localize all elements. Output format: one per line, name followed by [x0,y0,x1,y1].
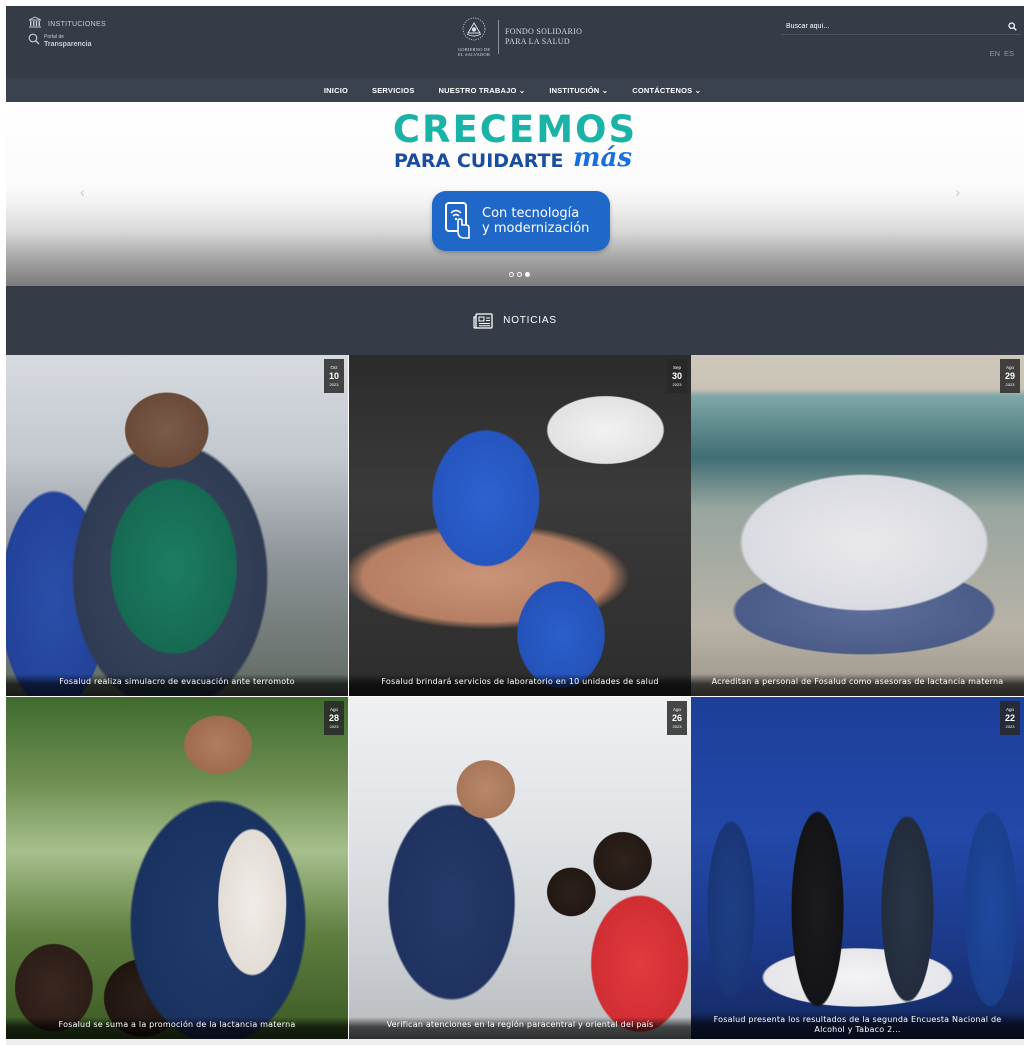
nav-inicio[interactable]: INICIO [324,86,348,95]
cta-line-1: Con tecnología [482,206,580,221]
newspaper-icon [473,312,493,329]
news-day: 30 [671,370,682,381]
brand-divider [498,19,499,54]
news-year: 2023 [1005,723,1015,729]
transparencia-small-label: Portal de [44,34,65,40]
news-heading: NOTICIAS [503,315,557,326]
magnifier-icon [28,32,40,50]
search-input[interactable] [781,23,996,30]
news-card-2[interactable]: Sep 30 2023 Fosalud brindará servicios d… [349,355,691,696]
page-bottom-edge [6,1039,1024,1045]
nav-nuestro-trabajo[interactable]: NUESTRO TRABAJO ⌄ [439,86,526,95]
nav-institucion[interactable]: INSTITUCIÓN ⌄ [549,86,608,95]
news-day: 28 [328,712,339,723]
news-photo-1 [6,355,348,696]
brand-name-line-1: FONDO SOLIDARIO [505,26,583,36]
transparencia-label: Transparencia [44,41,92,48]
slider-prev-arrow[interactable]: ‹ [80,184,85,200]
news-date-4: Ago 28 2023 [324,701,344,735]
tablet-touch-icon [444,201,472,241]
news-title-5[interactable]: Verifican atenciones en la región parace… [349,1017,691,1039]
hero-slider: ‹ › CRECEMOS PARA CUIDARTE más Con tecno… [6,102,1024,286]
news-year: 2023 [672,723,682,729]
hero-cta-button[interactable]: Con tecnología y modernización [432,191,610,251]
slider-dot-2[interactable] [517,272,522,277]
news-title-3[interactable]: Acreditan a personal de Fosalud como ase… [691,674,1024,696]
news-card-5[interactable]: Ago 26 2023 Verifican atenciones en la r… [349,697,691,1039]
news-title-1[interactable]: Fosalud realiza simulacro de evacuación … [6,674,348,696]
news-date-6: Ago 22 2023 [1000,701,1020,735]
main-nav: INICIO SERVICIOS NUESTRO TRABAJO ⌄ INSTI… [6,78,1024,102]
news-photo-4 [6,697,348,1039]
news-day: 22 [1004,712,1015,723]
brand-logo[interactable]: GOBIERNO DE EL SALVADOR FONDO SOLIDARIO … [454,16,582,57]
slider-dots [509,272,530,277]
coat-of-arms-icon [461,16,487,47]
news-year: 2023 [1005,381,1015,387]
news-section-header: NOTICIAS [6,286,1024,355]
news-year: 2023 [329,723,339,729]
transparencia-link[interactable]: Portal de Transparencia [28,32,91,50]
news-year: 2023 [672,381,682,387]
news-date-5: Ago 26 2023 [667,701,687,735]
nav-contactenos[interactable]: CONTÁCTENOS ⌄ [632,86,701,95]
news-title-2[interactable]: Fosalud brindará servicios de laboratori… [349,674,691,696]
news-date-3: Ago 29 2023 [1000,359,1020,393]
news-title-6[interactable]: Fosalud presenta los resultados de la se… [691,1012,1024,1039]
news-day: 10 [328,370,339,381]
slider-next-arrow[interactable]: › [955,184,960,200]
instituciones-label: INSTITUCIONES [48,20,106,28]
news-photo-5 [349,697,691,1039]
news-date-2: Sep 30 2023 [667,359,687,393]
news-photo-2 [349,355,691,696]
search-icon [1008,18,1017,36]
news-card-1[interactable]: Oct 10 2023 Fosalud realiza simulacro de… [6,355,348,696]
instituciones-link[interactable]: INSTITUCIONES [28,15,106,33]
building-icon [28,15,42,33]
lang-es[interactable]: ES [1004,49,1014,58]
news-photo-3 [691,355,1024,696]
nav-servicios[interactable]: SERVICIOS [372,86,415,95]
language-switcher: EN ES [990,49,1014,58]
news-photo-6 [691,697,1024,1039]
news-date-1: Oct 10 2023 [324,359,344,393]
slider-dot-3[interactable] [525,272,530,277]
hero-subtitle: PARA CUIDARTE [394,150,564,172]
lang-en[interactable]: EN [990,49,1000,58]
hero-title: CRECEMOS [392,108,638,151]
news-card-3[interactable]: Ago 29 2023 Acreditan a personal de Fosa… [691,355,1024,696]
brand-name-line-2: PARA LA SALUD [505,36,570,46]
news-title-4[interactable]: Fosalud se suma a la promoción de la lac… [6,1017,348,1039]
news-day: 26 [671,712,682,723]
cta-line-2: y modernización [482,221,590,236]
news-year: 2023 [329,381,339,387]
slider-dot-1[interactable] [509,272,514,277]
top-header: INSTITUCIONES Portal de Transparencia GO… [6,6,1024,78]
search-bar [781,19,1021,35]
gov-line-2: EL SALVADOR [457,52,491,57]
search-button[interactable] [1008,18,1017,36]
news-day: 29 [1004,370,1015,381]
news-card-6[interactable]: Ago 22 2023 Fosalud presenta los resulta… [691,697,1024,1039]
news-card-4[interactable]: Ago 28 2023 Fosalud se suma a la promoci… [6,697,348,1039]
hero-accent: más [573,143,632,173]
